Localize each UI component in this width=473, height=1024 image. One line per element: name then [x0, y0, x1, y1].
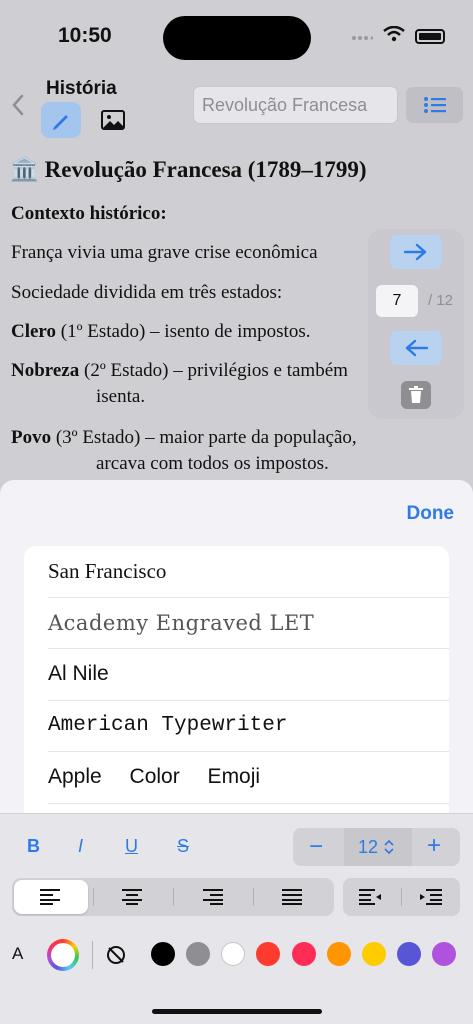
arrow-left-icon — [405, 339, 429, 357]
wifi-icon — [383, 25, 405, 47]
segment-divider — [253, 888, 254, 906]
clero-description: (1º Estado) – isento de impostos. — [56, 321, 311, 342]
back-button[interactable] — [8, 92, 30, 118]
outdent-icon[interactable] — [359, 889, 383, 905]
color-swatch-yellow[interactable] — [362, 942, 386, 966]
page-total: / 12 — [428, 292, 454, 309]
segment-divider — [93, 888, 94, 906]
nobreza-continuation: isenta. — [96, 386, 146, 407]
chevron-updown-icon — [384, 840, 394, 854]
color-swatch-black[interactable] — [151, 942, 175, 966]
no-color-icon[interactable] — [104, 943, 128, 967]
italic-button[interactable]: I — [78, 836, 83, 857]
clero-line: Clero (1º Estado) – isento de impostos. — [11, 321, 310, 343]
strikethrough-button[interactable]: S — [177, 836, 189, 857]
segment-divider — [173, 888, 174, 906]
insert-image-button[interactable] — [96, 104, 130, 136]
list-view-button[interactable] — [406, 87, 463, 123]
color-swatch-pink[interactable] — [292, 942, 316, 966]
chevron-left-icon — [12, 94, 24, 116]
paragraph-line: França vivia uma grave crise econômica — [11, 242, 318, 263]
trash-icon — [409, 386, 423, 403]
alignment-control — [12, 878, 334, 916]
classical-building-icon: 🏛️ — [10, 157, 39, 182]
status-time: 10:50 — [58, 24, 112, 47]
color-swatch-red[interactable] — [256, 942, 280, 966]
increase-size-button[interactable]: + — [427, 832, 441, 860]
home-indicator — [152, 1009, 322, 1014]
previous-page-button[interactable] — [390, 331, 442, 365]
font-option[interactable]: American Typewriter — [48, 701, 449, 752]
nobreza-description: (2º Estado) – privilégios e também — [79, 360, 348, 381]
color-wheel-center — [51, 943, 75, 967]
underline-button[interactable]: U — [125, 836, 138, 857]
battery-icon — [415, 29, 445, 44]
clero-term: Clero — [11, 321, 57, 342]
document-search-input[interactable] — [193, 86, 398, 124]
current-page-field[interactable]: 7 — [376, 285, 418, 317]
povo-line: Povo (3º Estado) – maior parte da popula… — [11, 427, 357, 449]
decrease-size-button[interactable]: − — [309, 833, 323, 861]
formatting-toolbar: B I U S − 12 + A — [0, 813, 473, 1024]
next-page-button[interactable] — [390, 235, 442, 269]
page-title: História — [46, 78, 117, 99]
segment-divider — [401, 888, 402, 906]
nobreza-term: Nobreza — [11, 360, 80, 381]
color-swatch-gray[interactable] — [186, 942, 210, 966]
color-swatch-indigo[interactable] — [397, 942, 421, 966]
document-title: 🏛️ Revolução Francesa (1789–1799) — [10, 156, 367, 183]
document-title-text: Revolução Francesa (1789–1799) — [44, 156, 367, 182]
delete-page-button[interactable] — [401, 381, 431, 409]
color-swatch-purple[interactable] — [432, 942, 456, 966]
align-justify-icon[interactable] — [282, 889, 304, 905]
povo-description: (3º Estado) – maior parte da população, — [51, 427, 357, 448]
color-swatch-white[interactable] — [221, 942, 245, 966]
signal-icon — [351, 28, 374, 46]
draw-mode-button[interactable] — [41, 102, 81, 138]
photo-icon — [101, 110, 125, 130]
font-option[interactable]: Apple Color Emoji — [48, 752, 449, 804]
pencil-icon — [53, 115, 68, 130]
color-wheel-button[interactable] — [47, 939, 79, 971]
indent-icon[interactable] — [420, 889, 444, 905]
dynamic-island — [163, 16, 311, 60]
arrow-right-icon — [403, 243, 427, 261]
font-size-value: 12 — [358, 837, 379, 857]
povo-continuation: arcava com todos os impostos. — [96, 453, 329, 474]
context-heading: Contexto histórico: — [11, 203, 167, 224]
paragraph-line: Sociedade dividida em três estados: — [11, 282, 283, 303]
align-left-icon[interactable] — [40, 889, 62, 905]
navigation-bar: História — [0, 70, 473, 146]
font-size-field[interactable]: 12 — [344, 828, 412, 866]
toolbar-divider — [92, 941, 93, 969]
list-icon — [423, 97, 446, 113]
done-button[interactable]: Done — [407, 503, 455, 525]
font-option[interactable]: Academy Engraved LET — [48, 598, 449, 649]
align-center-icon[interactable] — [121, 889, 143, 905]
font-option[interactable]: Al Nile — [48, 649, 449, 701]
bold-button[interactable]: B — [27, 836, 40, 857]
font-option[interactable]: San Francisco — [48, 546, 449, 598]
povo-term: Povo — [11, 427, 52, 448]
nobreza-line: Nobreza (2º Estado) – privilégios e tamb… — [11, 360, 348, 382]
indent-control — [343, 878, 460, 916]
status-bar: 10:50 — [0, 0, 473, 70]
color-swatch-orange[interactable] — [327, 942, 351, 966]
page-navigator: 7 / 12 — [368, 229, 464, 419]
status-icons — [351, 25, 445, 47]
text-color-label: A — [12, 944, 24, 963]
font-list[interactable]: San Francisco Academy Engraved LET Al Ni… — [24, 546, 449, 846]
align-right-icon[interactable] — [201, 889, 223, 905]
